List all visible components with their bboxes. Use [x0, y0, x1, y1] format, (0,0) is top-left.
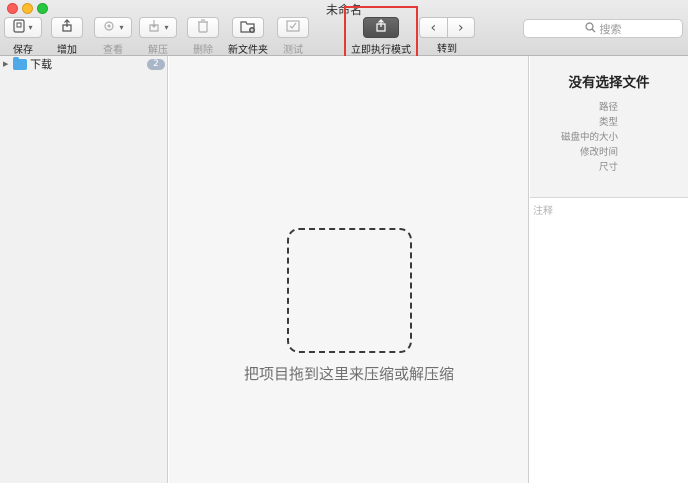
search-placeholder: 搜索	[599, 22, 622, 36]
drop-hint: 把项目拖到这里来压缩或解压缩	[243, 365, 454, 383]
add-label: 增加	[57, 45, 77, 56]
add-to-archive-icon	[60, 19, 74, 36]
archive-icon	[13, 19, 26, 36]
count-badge: 2	[147, 59, 165, 70]
back-button[interactable]: ‹	[420, 18, 447, 37]
notes-placeholder: 注释	[533, 206, 553, 217]
chevron-left-icon: ‹	[430, 19, 437, 36]
save-button[interactable]: ▾	[4, 17, 42, 38]
extract-label: 解压	[148, 45, 168, 56]
chevron-right-icon: ›	[457, 19, 464, 36]
info-path-label: 路径	[598, 102, 618, 113]
go-to-label: 转到	[437, 44, 457, 55]
info-panel: 没有选择文件 路径 类型 磁盘中的大小 修改时间 尺寸	[530, 56, 688, 198]
sidebar-item-label: 下载	[30, 58, 52, 71]
extract-tool[interactable]: ▾ 解压	[139, 17, 177, 56]
forward-button[interactable]: ›	[446, 18, 475, 37]
sidebar: ▶ 下载 2	[0, 56, 168, 483]
add-button[interactable]	[51, 17, 83, 38]
delete-button[interactable]	[187, 17, 219, 38]
test-tool[interactable]: 测试	[277, 17, 309, 56]
view-tool[interactable]: ▾ 查看	[94, 17, 132, 56]
search-input[interactable]: 搜索	[523, 19, 683, 38]
go-to-navigation: ‹ ›	[419, 17, 475, 38]
folder-icon	[13, 56, 27, 70]
view-button[interactable]: ▾	[94, 17, 132, 38]
info-title: 没有选择文件	[568, 75, 650, 91]
chevron-down-icon: ▾	[28, 23, 33, 32]
info-dimensions-label: 尺寸	[598, 162, 618, 173]
new-folder-tool[interactable]: 新文件夹	[227, 17, 269, 56]
save-tool[interactable]: ▾ 保存	[4, 17, 42, 56]
test-button[interactable]	[277, 17, 309, 38]
save-label: 保存	[13, 45, 33, 56]
new-folder-button[interactable]	[232, 17, 264, 38]
sidebar-item-downloads[interactable]: ▶ 下载 2	[0, 56, 168, 71]
view-label: 查看	[103, 45, 123, 56]
info-type-label: 类型	[598, 117, 618, 128]
notes-field[interactable]: 注释	[530, 199, 688, 483]
extract-icon	[147, 19, 161, 36]
disclosure-triangle-icon[interactable]: ▶	[3, 60, 11, 68]
chevron-down-icon: ▾	[119, 23, 124, 32]
search-icon	[584, 21, 596, 36]
add-tool[interactable]: 增加	[51, 17, 83, 56]
delete-tool[interactable]: 删除	[187, 17, 219, 56]
trash-icon	[197, 19, 209, 36]
checkmark-icon	[286, 20, 300, 35]
info-disk-size-label: 磁盘中的大小	[560, 132, 618, 143]
new-folder-label: 新文件夹	[228, 45, 268, 56]
new-folder-icon	[240, 20, 256, 36]
chevron-down-icon: ▾	[164, 23, 169, 32]
extract-button[interactable]: ▾	[139, 17, 177, 38]
archive-content-area[interactable]: 把项目拖到这里来压缩或解压缩	[169, 56, 529, 483]
info-modified-label: 修改时间	[579, 147, 618, 158]
eye-icon	[102, 20, 116, 35]
test-label: 测试	[283, 45, 303, 56]
drop-zone[interactable]	[287, 228, 412, 353]
delete-label: 删除	[193, 45, 213, 56]
